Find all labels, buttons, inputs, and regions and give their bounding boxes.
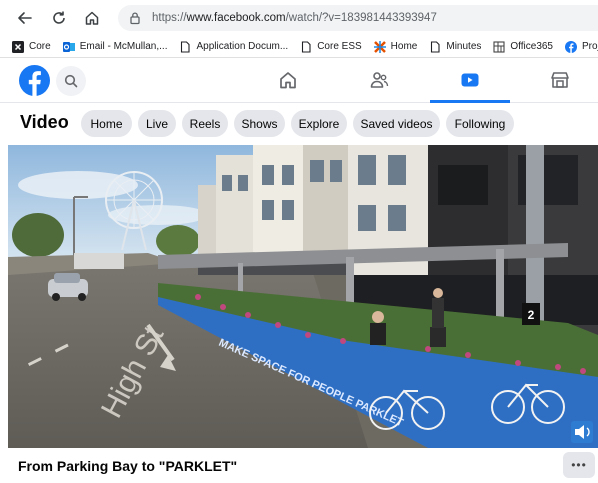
facebook-header — [0, 58, 598, 103]
volume-icon[interactable] — [571, 421, 593, 443]
page-icon — [300, 40, 312, 53]
reload-button[interactable] — [46, 5, 72, 31]
bookmark-application-docum[interactable]: Application Docum... — [179, 40, 289, 53]
bookmark-home[interactable]: Home — [373, 40, 418, 53]
watch-icon — [461, 73, 479, 87]
bookmark-label: Minutes — [446, 41, 482, 52]
video-section-nav: Video Home Live Reels Shows Explore Save… — [0, 103, 598, 143]
video-player[interactable]: MAKE SPACE FOR PEOPLE PARKLET 2 High St — [8, 145, 598, 448]
url-path: /watch/?v=183981443393947 — [285, 12, 437, 24]
nav-friends[interactable] — [361, 64, 397, 96]
browser-home-button[interactable] — [79, 5, 105, 31]
search-icon — [64, 74, 78, 88]
home-icon — [280, 72, 296, 89]
pill-saved-videos[interactable]: Saved videos — [353, 110, 440, 137]
bookmark-office365[interactable]: Office365 — [493, 40, 553, 53]
facebook-icon — [565, 40, 577, 53]
bookmark-core[interactable]: Core — [12, 40, 51, 53]
bookmark-email[interactable]: Email - McMullan,... — [62, 41, 168, 53]
pill-shows[interactable]: Shows — [234, 110, 285, 137]
pill-explore[interactable]: Explore — [291, 110, 347, 137]
bookmark-label: Office365 — [510, 41, 553, 52]
bookmark-project-24[interactable]: Project 24 — [565, 40, 598, 53]
nav-home[interactable] — [270, 64, 306, 96]
bookmark-label: Application Docum... — [196, 41, 289, 52]
star-burst-icon — [373, 40, 386, 53]
search-button[interactable] — [56, 66, 86, 96]
home-icon — [85, 11, 99, 25]
bookmark-label: Project 24 — [582, 41, 598, 52]
address-bar[interactable]: https://www.facebook.com/watch/?v=183981… — [118, 5, 598, 31]
pill-reels[interactable]: Reels — [182, 110, 228, 137]
page-icon — [429, 40, 441, 53]
site-info-icon[interactable] — [128, 11, 142, 25]
video-title: From Parking Bay to "PARKLET" — [18, 458, 238, 474]
grid-icon — [493, 40, 505, 53]
video-frame-street-scene: MAKE SPACE FOR PEOPLE PARKLET 2 High St — [8, 145, 598, 448]
shop-number-sign: 2 — [528, 308, 535, 322]
back-arrow-icon — [18, 12, 32, 24]
back-button[interactable] — [12, 5, 38, 31]
outlook-icon — [62, 41, 75, 53]
page-title: Video — [20, 112, 69, 132]
bookmark-core-ess[interactable]: Core ESS — [300, 40, 362, 53]
x-box-icon — [12, 40, 24, 53]
bookmark-label: Home — [390, 41, 418, 52]
bookmark-minutes[interactable]: Minutes — [429, 40, 482, 53]
marketplace-icon — [551, 72, 569, 88]
friends-icon — [370, 72, 389, 88]
pill-home[interactable]: Home — [81, 110, 132, 137]
bookmark-label: Email - McMullan,... — [79, 41, 168, 52]
nav-marketplace[interactable] — [542, 64, 578, 96]
bookmarks-bar: Core Email - McMullan,... Application Do… — [0, 36, 598, 58]
more-options-button[interactable]: ••• — [563, 452, 595, 478]
reload-icon — [53, 11, 65, 24]
pill-following[interactable]: Following — [446, 110, 514, 137]
bookmark-label: Core ESS — [317, 41, 362, 52]
bookmark-label: Core — [29, 41, 51, 52]
nav-watch[interactable] — [452, 64, 488, 96]
url-host: www.facebook.com — [186, 12, 286, 24]
pill-live[interactable]: Live — [138, 110, 176, 137]
url-prefix: https:// — [152, 12, 187, 24]
facebook-logo-icon[interactable] — [19, 65, 50, 96]
browser-toolbar: https://www.facebook.com/watch/?v=183981… — [0, 0, 598, 36]
page-icon — [179, 40, 191, 53]
